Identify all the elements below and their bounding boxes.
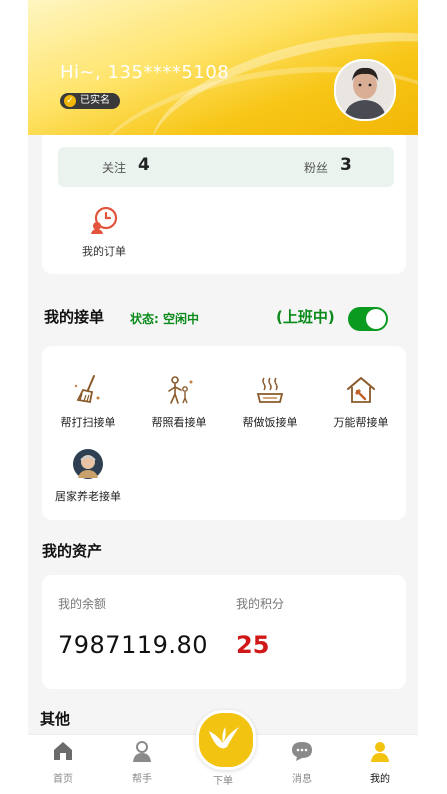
tab-home[interactable]: 首页 — [33, 739, 93, 785]
followers-label[interactable]: 粉丝 — [304, 159, 328, 176]
section-title-orders: 我的接单 — [44, 308, 105, 326]
avatar[interactable] — [334, 59, 396, 121]
service-cleaning[interactable]: 帮打扫接单 — [44, 374, 132, 430]
stats-bar: 关注 4 粉丝 3 — [58, 147, 394, 187]
toggle-knob — [366, 309, 386, 329]
house-hammer-icon — [347, 376, 375, 403]
service-label: 居家养老接单 — [55, 490, 121, 503]
followers-count[interactable]: 3 — [340, 155, 352, 175]
profile-card: 关注 4 粉丝 3 我的订单 — [42, 135, 406, 274]
assets-card: 我的余额 我的积分 7987119.80 25 — [42, 575, 406, 689]
service-caregiving[interactable]: 帮照看接单 — [135, 374, 223, 430]
on-duty-toggle[interactable] — [348, 307, 388, 331]
section-title-other: 其他 — [40, 710, 71, 728]
shift-status: (上班中) — [276, 308, 335, 326]
profile-icon — [371, 742, 389, 762]
home-icon — [54, 742, 72, 760]
bird-logo-icon — [209, 727, 239, 749]
cooking-icon — [256, 377, 284, 403]
user-avatar-icon — [336, 61, 394, 119]
tab-label: 我的 — [370, 774, 390, 785]
my-orders-button[interactable]: 我的订单 — [72, 205, 136, 259]
service-label: 万能帮接单 — [333, 416, 389, 429]
service-elderly-care[interactable]: 居家养老接单 — [44, 448, 132, 504]
service-grid: 帮打扫接单 帮照看接单 帮做饭接单 万能帮接单 居家养老接单 — [42, 346, 406, 520]
tab-helper[interactable]: 帮手 — [112, 739, 172, 785]
my-orders-label: 我的订单 — [82, 245, 126, 258]
service-label: 帮照看接单 — [151, 416, 207, 429]
following-count[interactable]: 4 — [138, 155, 150, 175]
tab-label: 首页 — [53, 774, 73, 785]
balance-value[interactable]: 7987119.80 — [58, 631, 208, 659]
tab-profile[interactable]: 我的 — [350, 739, 410, 785]
helper-icon — [133, 741, 151, 762]
tab-label: 消息 — [292, 774, 312, 785]
app-screen: Hi~, 135****5108 ✓ 已实名 关注 4 粉丝 3 我的订单 我的… — [28, 0, 418, 794]
balance-label: 我的余额 — [58, 597, 107, 611]
work-status: 状态: 空闲中 — [130, 312, 199, 326]
verified-badge: ✓ 已实名 — [60, 93, 120, 109]
tab-label: 下单 — [213, 776, 233, 787]
section-title-assets: 我的资产 — [42, 542, 103, 560]
service-label: 帮打扫接单 — [60, 416, 116, 429]
points-label: 我的积分 — [236, 597, 285, 611]
service-cooking[interactable]: 帮做饭接单 — [226, 374, 314, 430]
chat-icon — [292, 742, 312, 761]
profile-header: Hi~, 135****5108 ✓ 已实名 — [28, 0, 418, 135]
tab-label: 帮手 — [132, 774, 152, 785]
following-label[interactable]: 关注 — [102, 159, 126, 176]
place-order-button[interactable] — [196, 710, 256, 770]
verified-label: 已实名 — [80, 95, 110, 106]
greeting-text: Hi~, 135****5108 — [60, 62, 230, 83]
points-value[interactable]: 25 — [236, 631, 269, 659]
check-icon: ✓ — [64, 95, 76, 107]
service-handyman[interactable]: 万能帮接单 — [317, 374, 405, 430]
broom-icon — [74, 375, 100, 404]
caregiver-icon — [168, 376, 193, 404]
service-label: 帮做饭接单 — [242, 416, 298, 429]
elderly-avatar-icon — [73, 449, 103, 479]
order-clock-icon — [91, 206, 118, 234]
tab-messages[interactable]: 消息 — [272, 739, 332, 785]
